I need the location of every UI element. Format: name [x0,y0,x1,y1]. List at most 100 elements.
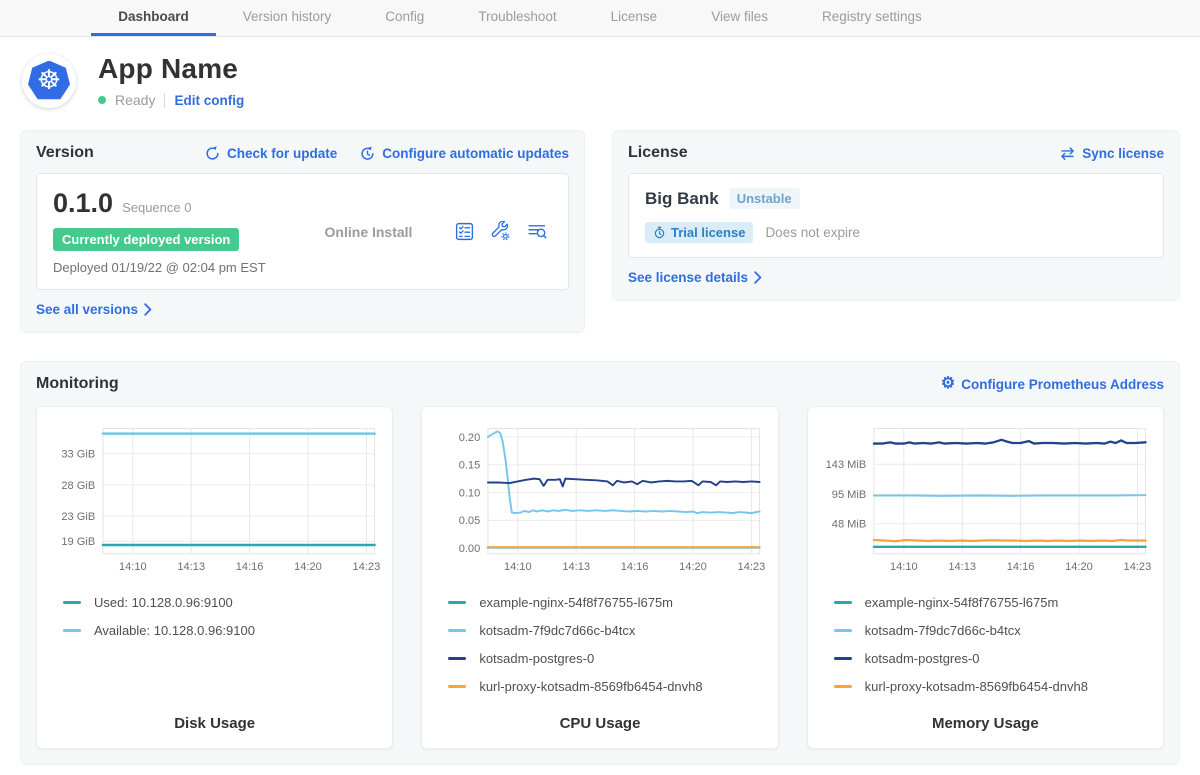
stopwatch-icon [653,226,666,239]
kubernetes-icon: ☸ [28,61,70,101]
cpu-legend: example-nginx-54f8f76755-l675m kotsadm-7f… [434,595,765,707]
app-logo: ☸ [22,54,76,108]
svg-text:0.00: 0.00 [459,543,481,555]
configure-prometheus-button[interactable]: ⚙ Configure Prometheus Address [941,376,1164,392]
svg-text:0.05: 0.05 [459,515,481,527]
cpu-chart-card: 0.000.050.100.150.2014:1014:1314:1614:20… [421,406,778,749]
legend-dash-icon [448,657,466,660]
legend-label: example-nginx-54f8f76755-l675m [865,595,1059,610]
svg-text:14:20: 14:20 [679,561,707,573]
status-dot-icon [98,96,106,104]
nav-tabs: Dashboard Version history Config Trouble… [91,0,949,36]
chart-title: Disk Usage [49,707,380,732]
install-type-label: Online Install [283,224,454,240]
svg-text:14:23: 14:23 [738,561,766,573]
legend-item: kurl-proxy-kotsadm-8569fb6454-dnvh8 [834,679,1151,694]
tab-version-history[interactable]: Version history [216,0,359,36]
svg-text:95 MiB: 95 MiB [831,489,865,501]
legend-label: kotsadm-postgres-0 [865,651,980,666]
svg-text:14:16: 14:16 [236,561,264,573]
svg-text:33 GiB: 33 GiB [61,448,95,460]
svg-text:14:13: 14:13 [948,561,976,573]
svg-text:14:16: 14:16 [1006,561,1034,573]
license-assignee: Big Bank [645,189,719,209]
refresh-icon [204,145,221,162]
chevron-right-icon [144,303,152,316]
tab-troubleshoot[interactable]: Troubleshoot [451,0,583,36]
svg-text:14:13: 14:13 [177,561,205,573]
legend-item: kotsadm-7f9dc7d66c-b4tcx [834,623,1151,638]
monitoring-charts: 19 GiB23 GiB28 GiB33 GiB14:1014:1314:161… [36,406,1164,749]
configure-automatic-updates-button[interactable]: Configure automatic updates [359,145,569,162]
channel-badge: Unstable [729,188,800,209]
currently-deployed-badge: Currently deployed version [53,228,239,251]
sync-license-button[interactable]: Sync license [1059,145,1164,162]
svg-text:14:20: 14:20 [1065,561,1093,573]
see-all-versions-link[interactable]: See all versions [36,302,569,317]
legend-label: Available: 10.128.0.96:9100 [94,623,255,638]
tab-view-files[interactable]: View files [684,0,795,36]
sync-icon [1059,145,1076,162]
license-card: License Sync license Big Bank Unstable [612,130,1180,301]
gear-icon: ⚙ [941,376,955,392]
trial-license-badge: Trial license [645,222,753,243]
svg-text:14:10: 14:10 [890,561,918,573]
legend-label: kotsadm-postgres-0 [479,651,594,666]
memory-legend: example-nginx-54f8f76755-l675m kotsadm-7f… [820,595,1151,707]
legend-label: example-nginx-54f8f76755-l675m [479,595,673,610]
legend-item: Available: 10.128.0.96:9100 [63,623,380,638]
disk-chart: 19 GiB23 GiB28 GiB33 GiB14:1014:1314:161… [49,417,380,583]
svg-text:143 MiB: 143 MiB [825,459,866,471]
tab-dashboard[interactable]: Dashboard [91,0,216,36]
edit-config-wrench-icon[interactable] [490,221,511,242]
top-navigation: Dashboard Version history Config Trouble… [0,0,1200,37]
legend-label: kotsadm-7f9dc7d66c-b4tcx [479,623,635,638]
check-for-update-button[interactable]: Check for update [204,145,337,162]
svg-text:48 MiB: 48 MiB [831,519,865,531]
legend-item: kurl-proxy-kotsadm-8569fb6454-dnvh8 [448,679,765,694]
memory-chart: 48 MiB95 MiB143 MiB14:1014:1314:1614:201… [820,417,1151,583]
svg-text:14:10: 14:10 [504,561,532,573]
legend-item: kotsadm-7f9dc7d66c-b4tcx [448,623,765,638]
svg-text:23 GiB: 23 GiB [61,511,95,523]
legend-dash-icon [448,685,466,688]
svg-text:14:16: 14:16 [621,561,649,573]
legend-label: kurl-proxy-kotsadm-8569fb6454-dnvh8 [865,679,1088,694]
chart-title: Memory Usage [820,707,1151,732]
svg-text:19 GiB: 19 GiB [61,536,95,548]
page-title: App Name [98,53,244,85]
app-header: ☸ App Name Ready Edit config [0,37,1200,126]
legend-item: example-nginx-54f8f76755-l675m [834,595,1151,610]
legend-dash-icon [448,629,466,632]
view-logs-icon[interactable] [526,221,548,242]
svg-text:14:10: 14:10 [119,561,147,573]
preflight-checks-icon[interactable] [454,221,475,242]
legend-label: kotsadm-7f9dc7d66c-b4tcx [865,623,1021,638]
deployed-timestamp: Deployed 01/19/22 @ 02:04 pm EST [53,260,283,275]
see-license-details-link[interactable]: See license details [628,270,1164,285]
tab-license[interactable]: License [584,0,685,36]
svg-text:14:13: 14:13 [563,561,591,573]
svg-text:0.20: 0.20 [459,432,481,444]
version-card: Version Check for update Configure au [20,130,585,333]
cpu-chart: 0.000.050.100.150.2014:1014:1314:1614:20… [434,417,765,583]
legend-item: example-nginx-54f8f76755-l675m [448,595,765,610]
tab-registry-settings[interactable]: Registry settings [795,0,949,36]
status-badge: Ready [115,92,155,108]
license-heading: License [628,144,688,162]
legend-dash-icon [63,601,81,604]
version-heading: Version [36,144,94,162]
svg-text:0.10: 0.10 [459,487,481,499]
edit-config-link[interactable]: Edit config [174,93,244,108]
legend-dash-icon [63,629,81,632]
schedule-update-icon [359,145,376,162]
chart-title: CPU Usage [434,707,765,732]
legend-item: kotsadm-postgres-0 [448,651,765,666]
legend-dash-icon [834,657,852,660]
memory-chart-card: 48 MiB95 MiB143 MiB14:1014:1314:1614:201… [807,406,1164,749]
tab-config[interactable]: Config [358,0,451,36]
version-sequence: Sequence 0 [122,200,191,215]
svg-text:14:20: 14:20 [294,561,322,573]
license-expiration: Does not expire [765,225,860,240]
legend-dash-icon [834,601,852,604]
